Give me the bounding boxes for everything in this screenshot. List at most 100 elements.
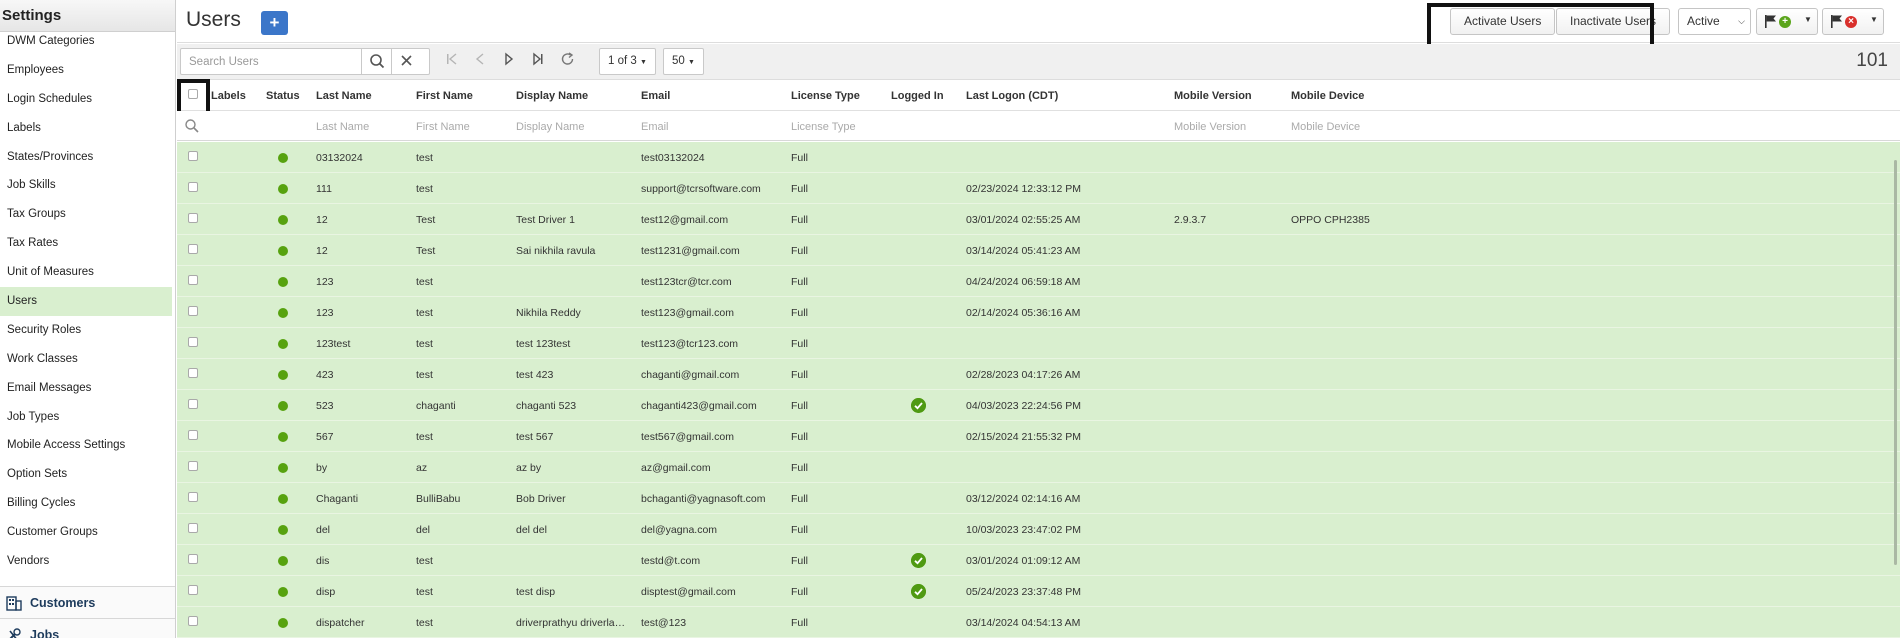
table-row[interactable]: 123test test test 123test test123@tcr123.co… [177,328,1900,359]
next-page-icon[interactable] [501,52,517,66]
filter-mobile-version[interactable]: Mobile Version [1174,121,1246,133]
sidebar-item-job-types[interactable]: Job Types [0,403,175,432]
first-page-icon[interactable] [444,52,460,66]
table-row[interactable]: Chaganti BulliBabu Bob Driver bchaganti@yag… [177,483,1900,514]
record-count: 101 [1856,50,1888,71]
sidebar-item-vendors[interactable]: Vendors [0,547,175,576]
cell-license-type: Full [791,152,808,164]
add-user-button[interactable]: + [261,11,288,35]
filter-license-type[interactable]: License Type [791,121,856,133]
filter-display-name[interactable]: Display Name [516,121,584,133]
table-row[interactable]: disp test test disp disptest@gmail.com Full 0… [177,576,1900,607]
cell-display-name: Nikhila Reddy [516,307,581,319]
row-checkbox[interactable] [188,151,198,161]
row-checkbox[interactable] [188,368,198,378]
sidebar-item-security-roles[interactable]: Security Roles [0,316,175,345]
sidebar-item-states-provinces[interactable]: States/Provinces [0,143,175,172]
table-row[interactable]: dispatcher test driverprathyu driverla… tes… [177,607,1900,638]
column-header-license-type[interactable]: License Type [791,90,860,102]
page-select[interactable]: 1 of 3 ▼ [599,48,656,75]
previous-page-icon[interactable] [472,52,488,66]
sidebar-item-users[interactable]: Users [0,287,172,316]
column-header-status[interactable]: Status [266,90,300,102]
inactivate-users-button[interactable]: Inactivate Users [1556,8,1671,35]
caret-down-icon: ▼ [1870,15,1878,24]
column-header-mobile-device[interactable]: Mobile Device [1291,90,1364,102]
filter-email[interactable]: Email [641,121,669,133]
page-select-value: 1 of 3 [608,55,637,67]
row-checkbox[interactable] [188,182,198,192]
table-row[interactable]: 12 Test Sai nikhila ravula test1231@gmail.c… [177,235,1900,266]
cell-license-type: Full [791,214,808,226]
sidebar-section-customers[interactable]: Customers [0,586,175,618]
sidebar-item-mobile-access-settings[interactable]: Mobile Access Settings [0,431,175,460]
row-checkbox[interactable] [188,337,198,347]
sidebar-section-jobs[interactable]: Jobs [0,618,175,638]
cell-display-name: Sai nikhila ravula [516,245,596,257]
table-row[interactable]: dis test testd@t.com Full 03/01/2024 01:09:1… [177,545,1900,576]
row-checkbox[interactable] [188,523,198,533]
filter-mobile-device[interactable]: Mobile Device [1291,121,1360,133]
sidebar-item-tax-rates[interactable]: Tax Rates [0,229,175,258]
search-button[interactable] [361,49,391,74]
column-header-first-name[interactable]: First Name [416,90,473,102]
table-row[interactable]: 123 test Nikhila Reddy test123@gmail.com Ful… [177,297,1900,328]
row-checkbox[interactable] [188,275,198,285]
sidebar-item-unit-of-measures[interactable]: Unit of Measures [0,258,175,287]
search-input[interactable] [181,49,361,74]
row-checkbox[interactable] [188,616,198,626]
sidebar-item-login-schedules[interactable]: Login Schedules [0,85,175,114]
column-header-email[interactable]: Email [641,90,670,102]
table-row[interactable]: del del del del del@yagna.com Full 10/03/2023… [177,514,1900,545]
last-page-icon[interactable] [530,52,546,66]
sidebar-item-employees[interactable]: Employees [0,56,175,85]
cell-last-logon: 04/03/2023 22:24:56 PM [966,400,1082,412]
row-checkbox[interactable] [188,461,198,471]
row-checkbox[interactable] [188,554,198,564]
select-all-checkbox[interactable] [188,89,198,99]
filter-first-name[interactable]: First Name [416,121,470,133]
row-checkbox[interactable] [188,244,198,254]
table-row[interactable]: 567 test test 567 test567@gmail.com Full 02/1… [177,421,1900,452]
table-row[interactable]: by az az by az@gmail.com Full [177,452,1900,483]
row-checkbox[interactable] [188,585,198,595]
page-size-select[interactable]: 50 ▼ [663,48,704,75]
table-row[interactable]: 423 test test 423 chaganti@gmail.com Full 02/… [177,359,1900,390]
cell-email: testd@t.com [641,555,701,567]
row-checkbox[interactable] [188,306,198,316]
status-filter-select[interactable]: Active ⌵ [1678,8,1751,35]
table-row[interactable]: 12 Test Test Driver 1 test12@gmail.com Full 0… [177,204,1900,235]
sidebar-item-work-classes[interactable]: Work Classes [0,345,175,374]
table-row[interactable]: 123 test test123tcr@tcr.com Full 04/24/2024 … [177,266,1900,297]
row-checkbox[interactable] [188,213,198,223]
sidebar-item-option-sets[interactable]: Option Sets [0,460,175,489]
clear-search-button[interactable] [391,49,421,74]
row-checkbox[interactable] [188,399,198,409]
sidebar-item-job-skills[interactable]: Job Skills [0,171,175,200]
sidebar-item-billing-cycles[interactable]: Billing Cycles [0,489,175,518]
status-active-icon [278,525,288,535]
table-row[interactable]: 523 chaganti chaganti 523 chaganti423@gmail… [177,390,1900,421]
flag-remove-button[interactable]: × ▼ [1822,8,1884,35]
sidebar-item-customer-groups[interactable]: Customer Groups [0,518,175,547]
table-row[interactable]: 03132024 test test03132024 Full [177,142,1900,173]
column-header-logged-in[interactable]: Logged In [891,90,944,102]
column-header-last-name[interactable]: Last Name [316,90,372,102]
filter-last-name[interactable]: Last Name [316,121,369,133]
column-header-display-name[interactable]: Display Name [516,90,588,102]
cell-first-name: az [416,462,428,474]
column-header-labels[interactable]: Labels [211,90,246,102]
refresh-icon[interactable] [560,52,576,66]
column-header-mobile-version[interactable]: Mobile Version [1174,90,1252,102]
sidebar-item-email-messages[interactable]: Email Messages [0,374,175,403]
activate-users-button[interactable]: Activate Users [1450,8,1556,35]
row-checkbox[interactable] [188,492,198,502]
cell-email: test123@tcr123.com [641,338,739,350]
grid-scrollbar[interactable] [1894,160,1897,565]
row-checkbox[interactable] [188,430,198,440]
column-header-last-logon[interactable]: Last Logon (CDT) [966,90,1058,102]
flag-add-button[interactable]: + ▼ [1756,8,1818,35]
table-row[interactable]: 111 test support@tcrsoftware.com Full 02/23/… [177,173,1900,204]
sidebar-item-tax-groups[interactable]: Tax Groups [0,200,175,229]
sidebar-item-labels[interactable]: Labels [0,114,175,143]
